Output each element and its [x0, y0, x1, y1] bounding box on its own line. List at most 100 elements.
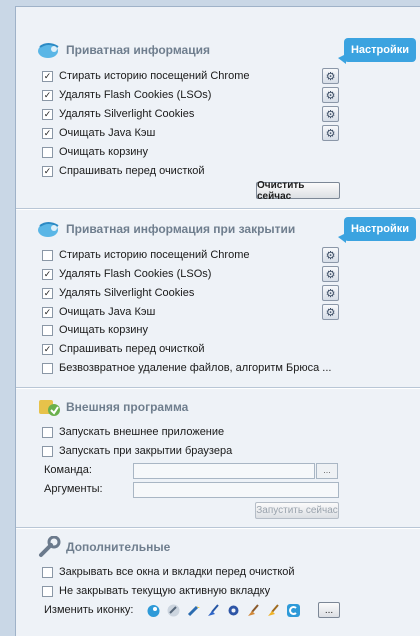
broom-yellow-icon[interactable]	[266, 603, 281, 618]
option-row[interactable]: Очищать корзину	[42, 144, 148, 160]
checkbox[interactable]: ✓	[42, 306, 53, 318]
checkbox[interactable]	[42, 445, 53, 457]
checkbox[interactable]	[42, 426, 53, 438]
option-row[interactable]: ✓ Удалять Flash Cookies (LSOs)	[42, 87, 211, 103]
option-row[interactable]: Запускать при закрытии браузера	[42, 443, 232, 459]
option-row[interactable]: Закрывать все окна и вкладки перед очист…	[42, 564, 295, 580]
section-header-private-close: Приватная информация при закрытии	[36, 218, 295, 240]
option-label: Стирать историю посещений Chrome	[59, 249, 250, 261]
arguments-input[interactable]	[133, 482, 339, 498]
option-label: Удалять Silverlight Cookies	[59, 287, 195, 299]
section-title: Приватная информация при закрытии	[66, 222, 296, 236]
gear-icon: ⚙	[325, 89, 336, 102]
run-now-button[interactable]: Запустить сейчас	[255, 502, 339, 519]
gear-button[interactable]: ⚙	[322, 285, 339, 301]
settings-panel: Приватная информация Настройки ✓ Стирать …	[15, 6, 420, 636]
option-label: Удалять Silverlight Cookies	[59, 108, 195, 120]
option-label: Безвозвратное удаление файлов, алгоритм …	[59, 362, 332, 374]
option-row[interactable]: ✓ Очищать Java Кэш	[42, 304, 155, 320]
option-row[interactable]: ✓ Спрашивать перед очисткой	[42, 341, 205, 357]
arguments-label: Аргументы:	[44, 483, 103, 495]
option-label: Удалять Flash Cookies (LSOs)	[59, 89, 212, 101]
section-header-external: Внешняя программа	[36, 396, 188, 418]
option-row[interactable]: ✓ Очищать Java Кэш	[42, 125, 155, 141]
gear-icon: ⚙	[325, 287, 336, 300]
option-row[interactable]: ✓ Удалять Silverlight Cookies	[42, 106, 194, 122]
c-logo-icon[interactable]	[286, 603, 301, 618]
gear-button[interactable]: ⚙	[322, 266, 339, 282]
command-input[interactable]	[133, 463, 315, 479]
section-title: Внешняя программа	[66, 400, 189, 414]
option-label: Стирать историю посещений Chrome	[59, 70, 250, 82]
divider	[16, 527, 420, 529]
option-label: Не закрывать текущую активную вкладку	[59, 585, 271, 597]
gear-button[interactable]: ⚙	[322, 87, 339, 103]
option-label: Очищать корзину	[59, 324, 148, 336]
gear-button[interactable]: ⚙	[322, 106, 339, 122]
cleaner-icon	[36, 218, 62, 240]
option-label: Удалять Flash Cookies (LSOs)	[59, 268, 212, 280]
checkbox[interactable]: ✓	[42, 127, 53, 139]
gear-button[interactable]: ⚙	[322, 125, 339, 141]
checkbox[interactable]: ✓	[42, 89, 53, 101]
gear-icon: ⚙	[325, 268, 336, 281]
checkbox[interactable]	[42, 362, 53, 374]
droplet-icon[interactable]	[146, 603, 161, 618]
option-row[interactable]: Не закрывать текущую активную вкладку	[42, 583, 270, 599]
gear-button[interactable]: ⚙	[322, 247, 339, 263]
settings-tooltip: Настройки	[338, 217, 416, 243]
checkbox[interactable]	[42, 249, 53, 261]
section-header-additional: Дополнительные	[36, 535, 171, 558]
checkbox[interactable]	[42, 566, 53, 578]
gear-icon: ⚙	[325, 108, 336, 121]
option-row[interactable]: Запускать внешнее приложение	[42, 424, 224, 440]
divider	[16, 387, 420, 389]
gear-icon[interactable]	[226, 603, 241, 618]
wrench-icon	[36, 535, 62, 558]
broom-icon[interactable]	[206, 603, 221, 618]
option-label: Запускать при закрытии браузера	[59, 445, 233, 457]
wand-icon[interactable]	[186, 603, 201, 618]
option-row[interactable]: Безвозвратное удаление файлов, алгоритм …	[42, 360, 331, 376]
checkbox[interactable]	[42, 146, 53, 158]
section-title: Дополнительные	[66, 540, 171, 554]
divider	[16, 208, 420, 210]
option-label: Спрашивать перед очисткой	[59, 165, 205, 177]
checkbox[interactable]: ✓	[42, 165, 53, 177]
gear-icon: ⚙	[325, 70, 336, 83]
clear-now-button[interactable]: Очистить сейчас	[256, 180, 340, 202]
option-row[interactable]: ✓ Удалять Silverlight Cookies	[42, 285, 194, 301]
section-header-private: Приватная информация	[36, 39, 210, 61]
section-title: Приватная информация	[66, 43, 210, 57]
option-label: Очищать корзину	[59, 146, 148, 158]
checkbox[interactable]: ✓	[42, 287, 53, 299]
option-row[interactable]: ✓ Спрашивать перед очисткой	[42, 163, 205, 179]
command-label: Команда:	[44, 464, 92, 476]
option-row[interactable]: Очищать корзину	[42, 322, 148, 338]
gear-button[interactable]: ⚙	[322, 68, 339, 84]
checkbox[interactable]: ✓	[42, 343, 53, 355]
brush-icon[interactable]	[246, 603, 261, 618]
checkbox[interactable]	[42, 324, 53, 336]
checkbox[interactable]: ✓	[42, 268, 53, 280]
option-label: Очищать Java Кэш	[59, 127, 156, 139]
checkbox[interactable]: ✓	[42, 108, 53, 120]
gear-icon: ⚙	[325, 249, 336, 262]
gear-icon: ⚙	[325, 127, 336, 140]
gear-button[interactable]: ⚙	[322, 304, 339, 320]
more-icons-button[interactable]: ...	[318, 602, 340, 618]
option-row[interactable]: ✓ Стирать историю посещений Chrome	[42, 68, 249, 84]
option-row[interactable]: Стирать историю посещений Chrome	[42, 247, 249, 263]
option-label: Закрывать все окна и вкладки перед очист…	[59, 566, 295, 578]
program-icon	[36, 396, 62, 418]
cleaner-icon	[36, 39, 62, 61]
gear-icon: ⚙	[325, 306, 336, 319]
option-label: Очищать Java Кэш	[59, 306, 156, 318]
option-label: Спрашивать перед очисткой	[59, 343, 205, 355]
checkbox[interactable]	[42, 585, 53, 597]
settings-tooltip: Настройки	[338, 38, 416, 64]
browse-button[interactable]: ...	[316, 463, 338, 479]
eraser-icon[interactable]	[166, 603, 181, 618]
option-row[interactable]: ✓ Удалять Flash Cookies (LSOs)	[42, 266, 211, 282]
checkbox[interactable]: ✓	[42, 70, 53, 82]
